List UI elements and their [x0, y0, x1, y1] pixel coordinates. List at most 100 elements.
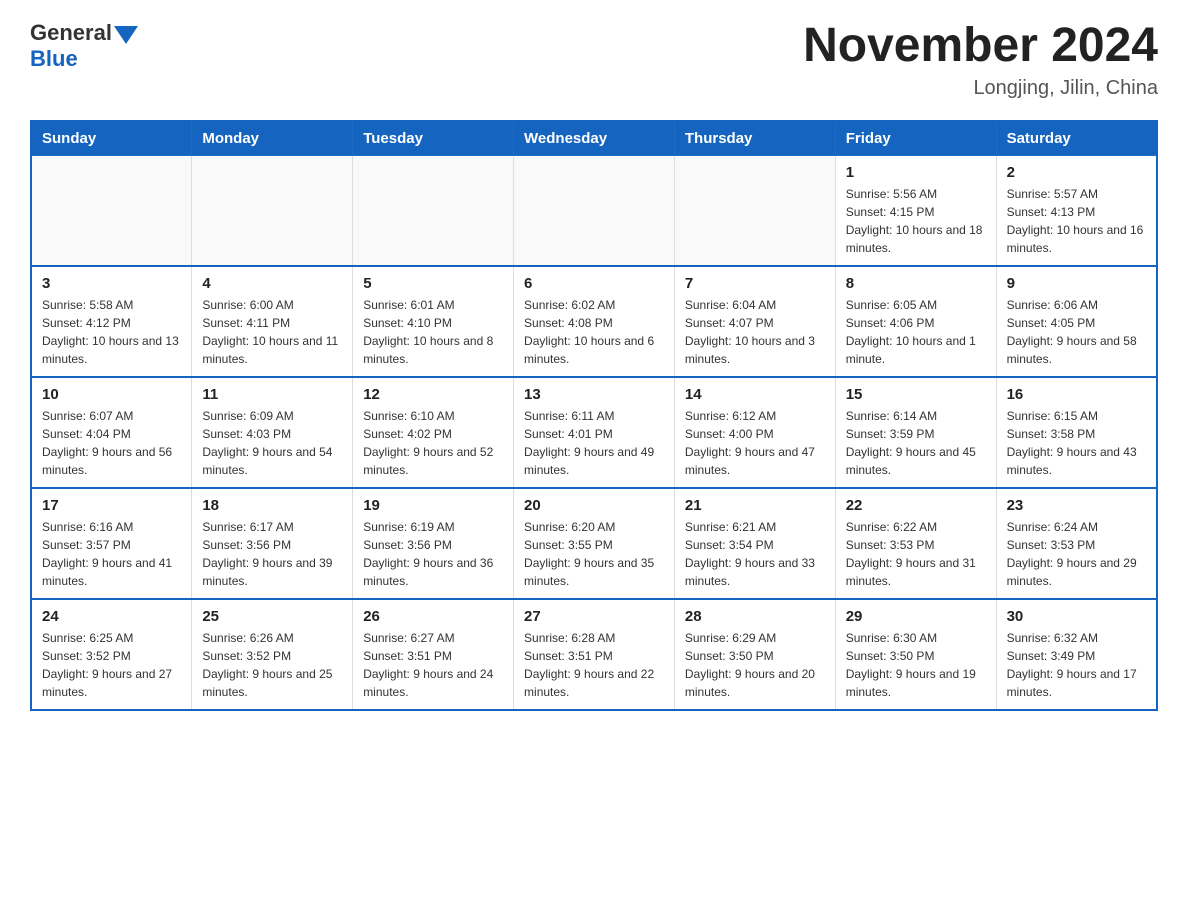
- day-info: Sunrise: 6:07 AMSunset: 4:04 PMDaylight:…: [42, 407, 181, 479]
- calendar-cell: 12 Sunrise: 6:10 AMSunset: 4:02 PMDayligh…: [353, 377, 514, 488]
- calendar-cell: [192, 155, 353, 266]
- weekday-header-thursday: Thursday: [674, 121, 835, 156]
- day-info: Sunrise: 5:57 AMSunset: 4:13 PMDaylight:…: [1007, 185, 1146, 257]
- day-number: 26: [363, 608, 503, 625]
- calendar-cell: 25Sunrise: 6:26 AMSunset: 3:52 PMDayligh…: [192, 599, 353, 710]
- day-info: Sunrise: 6:28 AMSunset: 3:51 PMDaylight:…: [524, 629, 664, 701]
- calendar-cell: 4Sunrise: 6:00 AMSunset: 4:11 PMDaylight…: [192, 266, 353, 377]
- day-number: 15: [846, 386, 986, 403]
- day-info: Sunrise: 6:22 AMSunset: 3:53 PMDaylight:…: [846, 518, 986, 590]
- calendar-cell: 20 Sunrise: 6:20 AMSunset: 3:55 PMDayligh…: [514, 488, 675, 599]
- calendar-cell: 22Sunrise: 6:22 AMSunset: 3:53 PMDayligh…: [835, 488, 996, 599]
- calendar-cell: 5 Sunrise: 6:01 AMSunset: 4:10 PMDaylight…: [353, 266, 514, 377]
- day-info: Sunrise: 6:26 AMSunset: 3:52 PMDaylight:…: [202, 629, 342, 701]
- day-number: 1: [846, 164, 986, 181]
- calendar-cell: 14Sunrise: 6:12 AMSunset: 4:00 PMDayligh…: [674, 377, 835, 488]
- day-number: 8: [846, 275, 986, 292]
- day-info: Sunrise: 6:09 AMSunset: 4:03 PMDaylight:…: [202, 407, 342, 479]
- calendar-cell: 2 Sunrise: 5:57 AMSunset: 4:13 PMDaylight…: [996, 155, 1157, 266]
- day-info: Sunrise: 6:14 AMSunset: 3:59 PMDaylight:…: [846, 407, 986, 479]
- day-number: 5: [363, 275, 503, 292]
- calendar-cell: 21 Sunrise: 6:21 AMSunset: 3:54 PMDayligh…: [674, 488, 835, 599]
- day-number: 17: [42, 497, 181, 514]
- calendar-cell: 29 Sunrise: 6:30 AMSunset: 3:50 PMDayligh…: [835, 599, 996, 710]
- day-info: Sunrise: 6:11 AMSunset: 4:01 PMDaylight:…: [524, 407, 664, 479]
- calendar-cell: 24Sunrise: 6:25 AMSunset: 3:52 PMDayligh…: [31, 599, 192, 710]
- day-info: Sunrise: 6:25 AMSunset: 3:52 PMDaylight:…: [42, 629, 181, 701]
- day-number: 28: [685, 608, 825, 625]
- day-info: Sunrise: 6:15 AMSunset: 3:58 PMDaylight:…: [1007, 407, 1146, 479]
- weekday-header-tuesday: Tuesday: [353, 121, 514, 156]
- day-info: Sunrise: 6:27 AMSunset: 3:51 PMDaylight:…: [363, 629, 503, 701]
- calendar-week-1: 1 Sunrise: 5:56 AMSunset: 4:15 PMDaylight…: [31, 155, 1157, 266]
- day-info: Sunrise: 6:02 AMSunset: 4:08 PMDaylight:…: [524, 296, 664, 368]
- day-info: Sunrise: 6:19 AMSunset: 3:56 PMDaylight:…: [363, 518, 503, 590]
- logo: General Blue: [30, 20, 138, 72]
- day-number: 12: [363, 386, 503, 403]
- calendar-week-2: 3 Sunrise: 5:58 AMSunset: 4:12 PMDaylight…: [31, 266, 1157, 377]
- calendar-cell: 1 Sunrise: 5:56 AMSunset: 4:15 PMDaylight…: [835, 155, 996, 266]
- calendar-cell: 8 Sunrise: 6:05 AMSunset: 4:06 PMDaylight…: [835, 266, 996, 377]
- day-info: Sunrise: 6:00 AMSunset: 4:11 PMDaylight:…: [202, 296, 342, 368]
- day-info: Sunrise: 6:30 AMSunset: 3:50 PMDaylight:…: [846, 629, 986, 701]
- calendar-cell: 11 Sunrise: 6:09 AMSunset: 4:03 PMDayligh…: [192, 377, 353, 488]
- weekday-header-saturday: Saturday: [996, 121, 1157, 156]
- day-info: Sunrise: 6:29 AMSunset: 3:50 PMDaylight:…: [685, 629, 825, 701]
- calendar-cell: 6 Sunrise: 6:02 AMSunset: 4:08 PMDaylight…: [514, 266, 675, 377]
- calendar-cell: [353, 155, 514, 266]
- day-number: 14: [685, 386, 825, 403]
- day-info: Sunrise: 6:05 AMSunset: 4:06 PMDaylight:…: [846, 296, 986, 368]
- day-info: Sunrise: 5:56 AMSunset: 4:15 PMDaylight:…: [846, 185, 986, 257]
- day-number: 16: [1007, 386, 1146, 403]
- day-number: 3: [42, 275, 181, 292]
- weekday-header-sunday: Sunday: [31, 121, 192, 156]
- calendar-cell: 30Sunrise: 6:32 AMSunset: 3:49 PMDayligh…: [996, 599, 1157, 710]
- day-info: Sunrise: 5:58 AMSunset: 4:12 PMDaylight:…: [42, 296, 181, 368]
- day-info: Sunrise: 6:10 AMSunset: 4:02 PMDaylight:…: [363, 407, 503, 479]
- calendar-cell: [514, 155, 675, 266]
- calendar-cell: 7 Sunrise: 6:04 AMSunset: 4:07 PMDaylight…: [674, 266, 835, 377]
- day-info: Sunrise: 6:24 AMSunset: 3:53 PMDaylight:…: [1007, 518, 1146, 590]
- calendar-cell: 18 Sunrise: 6:17 AMSunset: 3:56 PMDayligh…: [192, 488, 353, 599]
- logo-blue-text: Blue: [30, 46, 78, 71]
- day-info: Sunrise: 6:04 AMSunset: 4:07 PMDaylight:…: [685, 296, 825, 368]
- calendar-header: SundayMondayTuesdayWednesdayThursdayFrid…: [31, 121, 1157, 156]
- day-number: 29: [846, 608, 986, 625]
- day-info: Sunrise: 6:17 AMSunset: 3:56 PMDaylight:…: [202, 518, 342, 590]
- calendar-cell: 13 Sunrise: 6:11 AMSunset: 4:01 PMDayligh…: [514, 377, 675, 488]
- calendar-week-3: 10 Sunrise: 6:07 AMSunset: 4:04 PMDayligh…: [31, 377, 1157, 488]
- logo-general-text: General: [30, 20, 112, 45]
- day-number: 19: [363, 497, 503, 514]
- title-section: November 2024 Longjing, Jilin, China: [803, 20, 1158, 100]
- day-number: 21: [685, 497, 825, 514]
- calendar-cell: 17 Sunrise: 6:16 AMSunset: 3:57 PMDayligh…: [31, 488, 192, 599]
- calendar-cell: 23 Sunrise: 6:24 AMSunset: 3:53 PMDayligh…: [996, 488, 1157, 599]
- day-number: 18: [202, 497, 342, 514]
- calendar-cell: 19 Sunrise: 6:19 AMSunset: 3:56 PMDayligh…: [353, 488, 514, 599]
- day-info: Sunrise: 6:21 AMSunset: 3:54 PMDaylight:…: [685, 518, 825, 590]
- calendar-week-5: 24Sunrise: 6:25 AMSunset: 3:52 PMDayligh…: [31, 599, 1157, 710]
- day-number: 2: [1007, 164, 1146, 181]
- calendar-cell: [31, 155, 192, 266]
- day-number: 23: [1007, 497, 1146, 514]
- day-number: 10: [42, 386, 181, 403]
- calendar-table: SundayMondayTuesdayWednesdayThursdayFrid…: [30, 120, 1158, 711]
- day-number: 6: [524, 275, 664, 292]
- day-number: 11: [202, 386, 342, 403]
- day-info: Sunrise: 6:16 AMSunset: 3:57 PMDaylight:…: [42, 518, 181, 590]
- calendar-cell: [674, 155, 835, 266]
- day-info: Sunrise: 6:32 AMSunset: 3:49 PMDaylight:…: [1007, 629, 1146, 701]
- weekday-header-friday: Friday: [835, 121, 996, 156]
- calendar-cell: 3 Sunrise: 5:58 AMSunset: 4:12 PMDaylight…: [31, 266, 192, 377]
- weekday-header-row: SundayMondayTuesdayWednesdayThursdayFrid…: [31, 121, 1157, 156]
- day-number: 9: [1007, 275, 1146, 292]
- location-subtitle: Longjing, Jilin, China: [803, 77, 1158, 100]
- calendar-cell: 27Sunrise: 6:28 AMSunset: 3:51 PMDayligh…: [514, 599, 675, 710]
- day-info: Sunrise: 6:06 AMSunset: 4:05 PMDaylight:…: [1007, 296, 1146, 368]
- day-number: 20: [524, 497, 664, 514]
- day-info: Sunrise: 6:01 AMSunset: 4:10 PMDaylight:…: [363, 296, 503, 368]
- day-number: 7: [685, 275, 825, 292]
- calendar-cell: 15 Sunrise: 6:14 AMSunset: 3:59 PMDayligh…: [835, 377, 996, 488]
- day-number: 13: [524, 386, 664, 403]
- day-info: Sunrise: 6:20 AMSunset: 3:55 PMDaylight:…: [524, 518, 664, 590]
